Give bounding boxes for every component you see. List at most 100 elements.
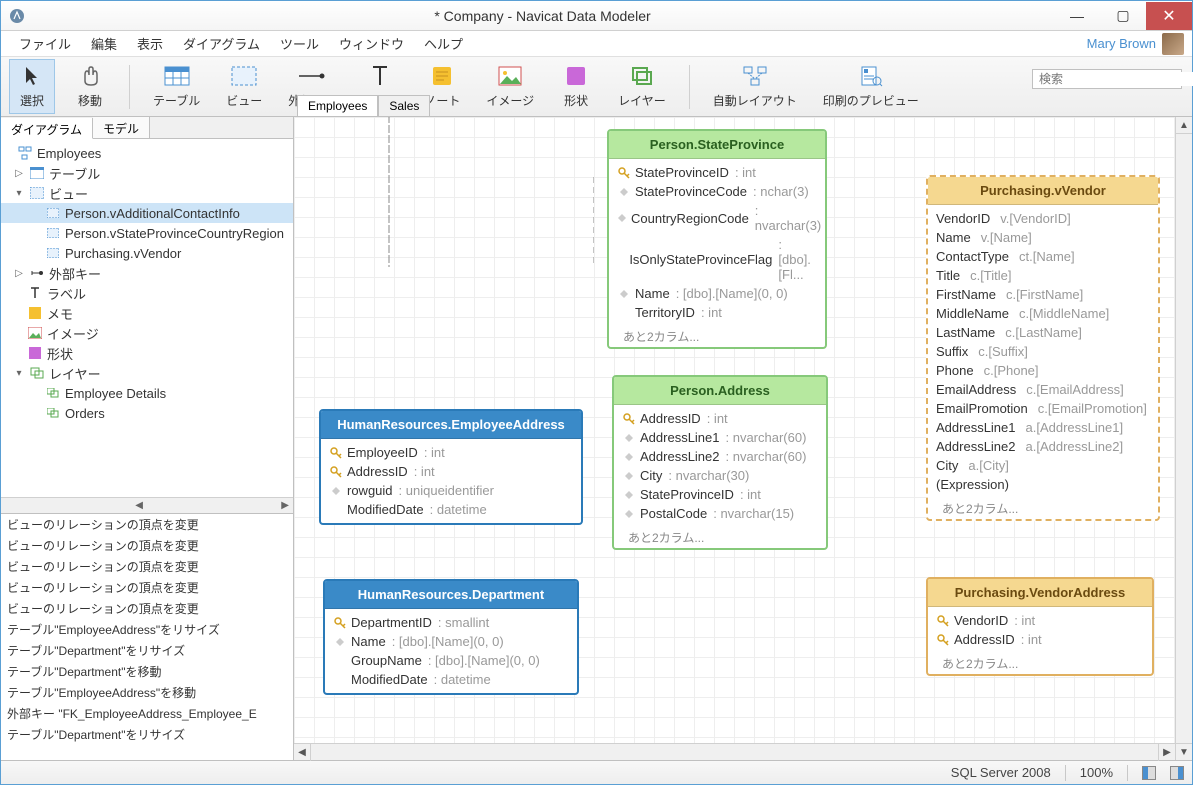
history-item[interactable]: テーブル"EmployeeAddress"をリサイズ [1, 619, 293, 640]
user-name[interactable]: Mary Brown [1081, 36, 1162, 51]
tool-table[interactable]: テーブル [146, 59, 207, 114]
history-item[interactable]: ビューのリレーションの頂点を変更 [1, 598, 293, 619]
scroll-down-icon[interactable]: ▼ [1176, 743, 1192, 760]
column-row[interactable]: EmployeeID: int [321, 443, 581, 462]
scroll-right-icon[interactable]: ▶ [1158, 744, 1175, 761]
column-row[interactable]: FirstNamec.[FirstName] [928, 285, 1158, 304]
history-pane[interactable]: ビューのリレーションの頂点を変更ビューのリレーションの頂点を変更ビューのリレーシ… [1, 513, 293, 749]
entity-department[interactable]: HumanResources.Department DepartmentID: … [323, 579, 579, 695]
column-row[interactable]: Citya.[City] [928, 456, 1158, 475]
menu-window[interactable]: ウィンドウ [329, 31, 414, 56]
column-row[interactable]: AddressLine1a.[AddressLine1] [928, 418, 1158, 437]
entity-address[interactable]: Person.Address AddressID: intAddressLine… [612, 375, 828, 550]
column-row[interactable]: VendorID: int [928, 611, 1152, 630]
scroll-left-icon[interactable]: ◀ [294, 744, 311, 761]
menu-edit[interactable]: 編集 [81, 31, 127, 56]
column-row[interactable]: Titlec.[Title] [928, 266, 1158, 285]
column-row[interactable]: StateProvinceID: int [614, 485, 826, 504]
column-row[interactable]: AddressID: int [928, 630, 1152, 649]
tree-layers[interactable]: ▾レイヤー [1, 363, 293, 383]
column-row[interactable]: AddressID: int [614, 409, 826, 428]
history-item[interactable]: 外部キー "FK_EmployeeAddress_Employee_E [1, 703, 293, 724]
close-button[interactable]: ✕ [1146, 2, 1192, 30]
column-row[interactable]: AddressID: int [321, 462, 581, 481]
column-row[interactable]: EmailPromotionc.[EmailPromotion] [928, 399, 1158, 418]
menu-display[interactable]: 表示 [127, 31, 173, 56]
column-row[interactable]: GroupName: [dbo].[Name](0, 0) [325, 651, 577, 670]
canvas-tab-sales[interactable]: Sales [378, 95, 430, 116]
twisty-icon[interactable]: ▷ [13, 167, 25, 179]
tree-label[interactable]: ラベル [1, 283, 293, 303]
search-input[interactable] [1039, 72, 1193, 86]
column-row[interactable]: rowguid: uniqueidentifier [321, 481, 581, 500]
sidebar-tab-diagram[interactable]: ダイアグラム [1, 118, 93, 139]
column-row[interactable]: DepartmentID: smallint [325, 613, 577, 632]
menu-file[interactable]: ファイル [9, 31, 81, 56]
entity-vendoraddress[interactable]: Purchasing.VendorAddress VendorID: intAd… [926, 577, 1154, 676]
column-row[interactable]: City: nvarchar(30) [614, 466, 826, 485]
column-row[interactable]: StateProvinceCode: nchar(3) [609, 182, 825, 201]
layout-toggle-2[interactable] [1170, 766, 1184, 780]
column-row[interactable]: AddressLine2a.[AddressLine2] [928, 437, 1158, 456]
entity-employeeaddress[interactable]: HumanResources.EmployeeAddress EmployeeI… [319, 409, 583, 525]
column-row[interactable]: Name: [dbo].[Name](0, 0) [609, 284, 825, 303]
tool-layer[interactable]: レイヤー [611, 59, 673, 114]
layout-toggle-1[interactable] [1142, 766, 1156, 780]
column-row[interactable]: LastNamec.[LastName] [928, 323, 1158, 342]
tree-view-item[interactable]: Person.vStateProvinceCountryRegion [1, 223, 293, 243]
tree-root[interactable]: Employees [1, 143, 293, 163]
twisty-icon[interactable]: ▷ [13, 267, 25, 279]
tool-shape[interactable]: 形状 [553, 59, 599, 114]
history-item[interactable]: ビューのリレーションの頂点を変更 [1, 514, 293, 535]
column-row[interactable]: Phonec.[Phone] [928, 361, 1158, 380]
tool-printpreview[interactable]: 印刷のプレビュー [816, 59, 926, 114]
minimize-button[interactable]: — [1054, 2, 1100, 30]
history-item[interactable]: テーブル"EmployeeAddress"をリサイズ [1, 745, 293, 749]
search-box[interactable] [1032, 69, 1182, 89]
sidebar-tab-model[interactable]: モデル [93, 117, 150, 138]
history-item[interactable]: テーブル"Department"を移動 [1, 661, 293, 682]
tool-image[interactable]: イメージ [479, 59, 541, 114]
canvas-tab-employees[interactable]: Employees [297, 95, 378, 116]
column-row[interactable]: AddressLine1: nvarchar(60) [614, 428, 826, 447]
tree[interactable]: Employees ▷テーブル ▾ビュー Person.vAdditionalC… [1, 139, 293, 497]
tree-layer-item[interactable]: Employee Details [1, 383, 293, 403]
history-item[interactable]: テーブル"Department"をリサイズ [1, 724, 293, 745]
column-row[interactable]: Namev.[Name] [928, 228, 1158, 247]
column-row[interactable]: ModifiedDate: datetime [325, 670, 577, 689]
tool-view[interactable]: ビュー [219, 59, 269, 114]
menu-help[interactable]: ヘルプ [414, 31, 473, 56]
entity-vvendor[interactable]: Purchasing.vVendor VendorIDv.[VendorID]N… [926, 175, 1160, 521]
scroll-up-icon[interactable]: ▲ [1176, 117, 1192, 134]
avatar[interactable] [1162, 33, 1184, 55]
menu-tool[interactable]: ツール [270, 31, 329, 56]
history-item[interactable]: テーブル"EmployeeAddress"を移動 [1, 682, 293, 703]
history-item[interactable]: ビューのリレーションの頂点を変更 [1, 577, 293, 598]
history-item[interactable]: ビューのリレーションの頂点を変更 [1, 535, 293, 556]
column-row[interactable]: ContactTypect.[Name] [928, 247, 1158, 266]
column-row[interactable]: MiddleNamec.[MiddleName] [928, 304, 1158, 323]
tree-views[interactable]: ▾ビュー [1, 183, 293, 203]
column-row[interactable]: CountryRegionCode: nvarchar(3) [609, 201, 825, 235]
history-item[interactable]: ビューのリレーションの頂点を変更 [1, 556, 293, 577]
column-row[interactable]: VendorIDv.[VendorID] [928, 209, 1158, 228]
column-row[interactable]: TerritoryID: int [609, 303, 825, 322]
maximize-button[interactable]: ▢ [1100, 2, 1146, 30]
tree-view-item[interactable]: Person.vAdditionalContactInfo [1, 203, 293, 223]
history-item[interactable]: テーブル"Department"をリサイズ [1, 640, 293, 661]
canvas-vscroll[interactable]: ▲ ▼ [1175, 117, 1192, 760]
tree-layer-item[interactable]: Orders [1, 403, 293, 423]
tool-move[interactable]: 移動 [67, 59, 113, 114]
column-row[interactable]: Name: [dbo].[Name](0, 0) [325, 632, 577, 651]
column-row[interactable]: IsOnlyStateProvinceFlag: [dbo].[Fl... [609, 235, 825, 284]
column-row[interactable]: PostalCode: nvarchar(15) [614, 504, 826, 523]
column-row[interactable]: StateProvinceID: int [609, 163, 825, 182]
column-row[interactable]: AddressLine2: nvarchar(60) [614, 447, 826, 466]
tool-autolayout[interactable]: 自動レイアウト [706, 59, 804, 114]
tool-select[interactable]: 選択 [9, 59, 55, 114]
tree-tables[interactable]: ▷テーブル [1, 163, 293, 183]
tree-image[interactable]: イメージ [1, 323, 293, 343]
tree-fk[interactable]: ▷外部キー [1, 263, 293, 283]
column-row[interactable]: ModifiedDate: datetime [321, 500, 581, 519]
column-row[interactable]: Suffixc.[Suffix] [928, 342, 1158, 361]
